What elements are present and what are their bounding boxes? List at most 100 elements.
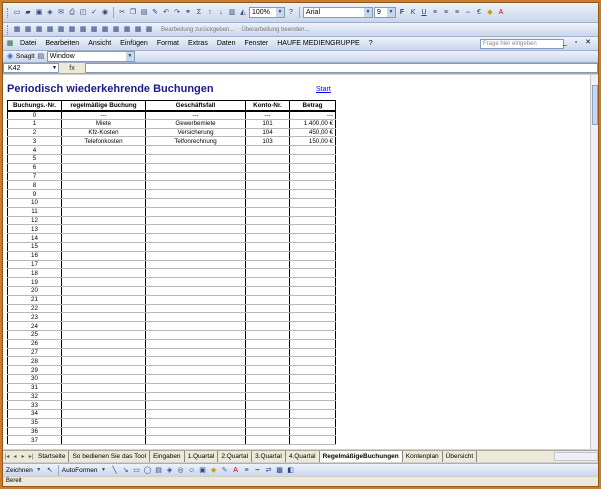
table-cell[interactable] [245, 189, 290, 199]
table-cell[interactable]: 21 [7, 295, 62, 305]
fill-color-icon[interactable]: ◆ [209, 465, 219, 475]
table-cell[interactable] [245, 145, 290, 155]
permission-icon[interactable]: ◈ [45, 8, 55, 18]
table-cell[interactable] [61, 268, 146, 279]
start-link[interactable]: Start [316, 86, 331, 93]
rectangle-icon[interactable]: ▭ [132, 465, 142, 475]
table-cell[interactable]: 34 [7, 409, 62, 419]
toolbar-grip[interactable] [7, 7, 9, 18]
review-icon[interactable]: ▦ [100, 25, 110, 35]
table-cell[interactable] [289, 216, 336, 226]
review-icon[interactable]: ▦ [23, 25, 33, 35]
table-cell[interactable] [61, 304, 146, 314]
table-cell[interactable] [289, 400, 336, 411]
chart-wizard-icon[interactable]: ▥ [227, 8, 237, 18]
table-cell[interactable]: --- [61, 110, 146, 120]
table-cell[interactable] [289, 312, 336, 323]
review-reply-button[interactable]: Bearbeitung zurückgeben... [161, 27, 234, 33]
sheet-tab[interactable]: So bedienen Sie das Tool [69, 451, 151, 462]
menu-fenster[interactable]: Fenster [241, 40, 273, 47]
table-cell[interactable] [61, 330, 146, 340]
table-cell[interactable] [145, 383, 246, 393]
sheet-tab[interactable]: 1.Quartal [185, 451, 219, 462]
sheet-tab[interactable]: 4.Quartal [286, 451, 320, 462]
table-cell[interactable] [245, 427, 290, 437]
table-cell[interactable] [61, 435, 146, 446]
autosum-icon[interactable]: Σ [194, 8, 204, 18]
fill-color-icon[interactable]: ◆ [485, 8, 495, 18]
table-cell[interactable] [289, 286, 336, 296]
snagit-label[interactable]: SnagIt [16, 53, 35, 60]
table-cell[interactable] [61, 365, 146, 375]
table-cell[interactable]: 26 [7, 339, 62, 349]
font-size-select[interactable]: 9 ▼ [374, 7, 396, 18]
menu-help[interactable]: ? [365, 40, 377, 47]
table-cell[interactable]: 7 [7, 172, 62, 182]
sort-desc-icon[interactable]: ↓ [216, 8, 226, 18]
horizontal-scrollbar[interactable] [554, 452, 598, 461]
sort-asc-icon[interactable]: ↑ [205, 8, 215, 18]
table-cell[interactable] [145, 216, 246, 226]
menu-bearbeiten[interactable]: Bearbeiten [41, 40, 83, 47]
name-box[interactable]: K42 ▼ [3, 63, 59, 73]
table-cell[interactable]: 22 [7, 304, 62, 314]
font-color-icon[interactable]: A [496, 8, 506, 18]
table-cell[interactable] [61, 260, 146, 270]
table-cell[interactable] [145, 409, 246, 419]
table-cell[interactable] [289, 163, 336, 173]
table-cell[interactable] [245, 348, 290, 358]
table-cell[interactable] [245, 198, 290, 208]
sheet-tab[interactable]: 2.Quartal [218, 451, 253, 462]
help-icon[interactable]: ? [286, 8, 296, 18]
review-icon[interactable]: ▦ [67, 25, 77, 35]
open-folder-icon[interactable]: ▰ [23, 8, 33, 18]
menu-format[interactable]: Format [153, 40, 183, 47]
table-cell[interactable] [289, 207, 336, 217]
menu-haufe[interactable]: HAUFE MEDIENGRUPPE [273, 40, 363, 47]
table-cell[interactable] [289, 233, 336, 243]
table-cell[interactable] [245, 418, 290, 428]
redo-icon[interactable]: ↷ [172, 8, 182, 18]
zeichnen-menu[interactable]: Zeichnen [6, 467, 33, 474]
textbox-icon[interactable]: ▤ [154, 465, 164, 475]
table-cell[interactable] [289, 260, 336, 270]
table-cell[interactable] [145, 207, 246, 217]
table-cell[interactable] [289, 198, 336, 208]
line-color-icon[interactable]: ✎ [220, 465, 230, 475]
table-cell[interactable] [245, 312, 290, 323]
table-cell[interactable] [61, 356, 146, 367]
undo-icon[interactable]: ↶ [161, 8, 171, 18]
table-cell[interactable] [61, 207, 146, 217]
table-cell[interactable] [145, 242, 246, 252]
table-cell[interactable]: 4 [7, 145, 62, 155]
window-controls[interactable]: _ ▫ ✕ [563, 38, 594, 46]
table-cell[interactable] [61, 295, 146, 305]
menu-einfuegen[interactable]: Einfügen [116, 40, 152, 47]
table-cell[interactable] [145, 260, 246, 270]
sheet-tab[interactable]: RegelmäßigeBuchungen [319, 451, 403, 462]
table-cell[interactable] [145, 304, 246, 314]
drawing-icon[interactable]: ◭ [238, 8, 248, 18]
print-preview-icon[interactable]: ◰ [78, 8, 88, 18]
table-cell[interactable] [245, 339, 290, 349]
underline-icon[interactable]: U [419, 8, 429, 18]
table-cell[interactable] [145, 321, 246, 331]
table-cell[interactable] [145, 145, 246, 155]
table-cell[interactable] [145, 348, 246, 358]
table-cell[interactable] [245, 180, 290, 191]
table-cell[interactable]: Telfonrechnung [145, 136, 246, 147]
table-cell[interactable] [245, 233, 290, 243]
table-cell[interactable]: 30 [7, 374, 62, 384]
italic-icon[interactable]: K [408, 8, 418, 18]
table-cell[interactable] [145, 163, 246, 173]
tab-last-icon[interactable]: ▸| [27, 453, 35, 460]
table-cell[interactable] [61, 418, 146, 428]
line-icon[interactable]: ╲ [110, 465, 120, 475]
table-cell[interactable] [145, 356, 246, 367]
table-cell[interactable]: 15 [7, 242, 62, 252]
sheet-tab[interactable]: Eingaben [150, 451, 185, 462]
align-right-icon[interactable]: ≡ [452, 8, 462, 18]
help-search-input[interactable]: Frage hier eingeben [480, 39, 564, 49]
arrow-style-icon[interactable]: ⇄ [264, 465, 274, 475]
review-icon[interactable]: ▦ [78, 25, 88, 35]
